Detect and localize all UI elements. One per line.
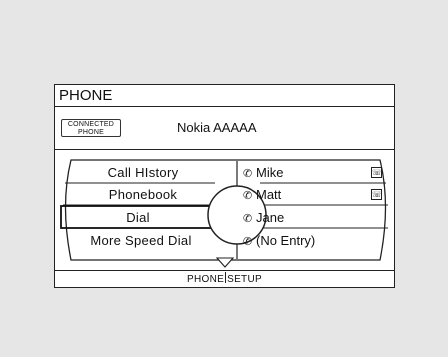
menu-item-label: Dial [126,210,150,225]
setup-label-left: PHONE [187,274,225,285]
contact-name: Jane [256,210,285,225]
contact-name: Matt [256,187,282,202]
speed-dial-entry[interactable]: ✆ Mike [243,165,283,182]
menu-item-label: More Speed Dial [90,233,192,248]
menu-item-phonebook[interactable]: Phonebook [73,187,213,203]
speed-dial-entry[interactable]: ✆ Jane [243,210,284,227]
speed-dial-entry[interactable]: ✆ (No Entry) [243,233,315,250]
speed-dial-2-icon: ✆ [243,190,253,202]
down-arrow-icon [215,257,235,268]
phone-setup-label: PHONE SETUP [55,272,394,287]
phone-number-icon: ☏ [371,167,383,178]
menu-item-label: Call HIstory [107,165,179,180]
menu-item-dial[interactable]: Dial [73,210,203,226]
phone-number-icon: ☏ [371,189,383,200]
contact-name: (No Entry) [256,233,316,248]
menu-item-label: Phonebook [108,187,178,202]
setup-label-right: SETUP [227,274,262,285]
contact-name: Mike [256,165,284,180]
menu-item-call-history[interactable]: Call HIstory [73,165,213,181]
speed-dial-4-icon: ✆ [243,236,253,248]
phone-screen: PHONE CONNECTED PHONE Nokia AAAAA Call H… [54,84,395,288]
speed-dial-entry[interactable]: ✆ Matt [243,187,281,204]
speed-dial-1-icon: ✆ [243,168,253,180]
setup-label-separator [225,272,227,283]
menu-item-more-speed-dial[interactable]: More Speed Dial [67,233,215,249]
speed-dial-3-icon: ✆ [243,213,253,225]
phone-setup-bar[interactable]: PHONE SETUP [55,270,394,287]
